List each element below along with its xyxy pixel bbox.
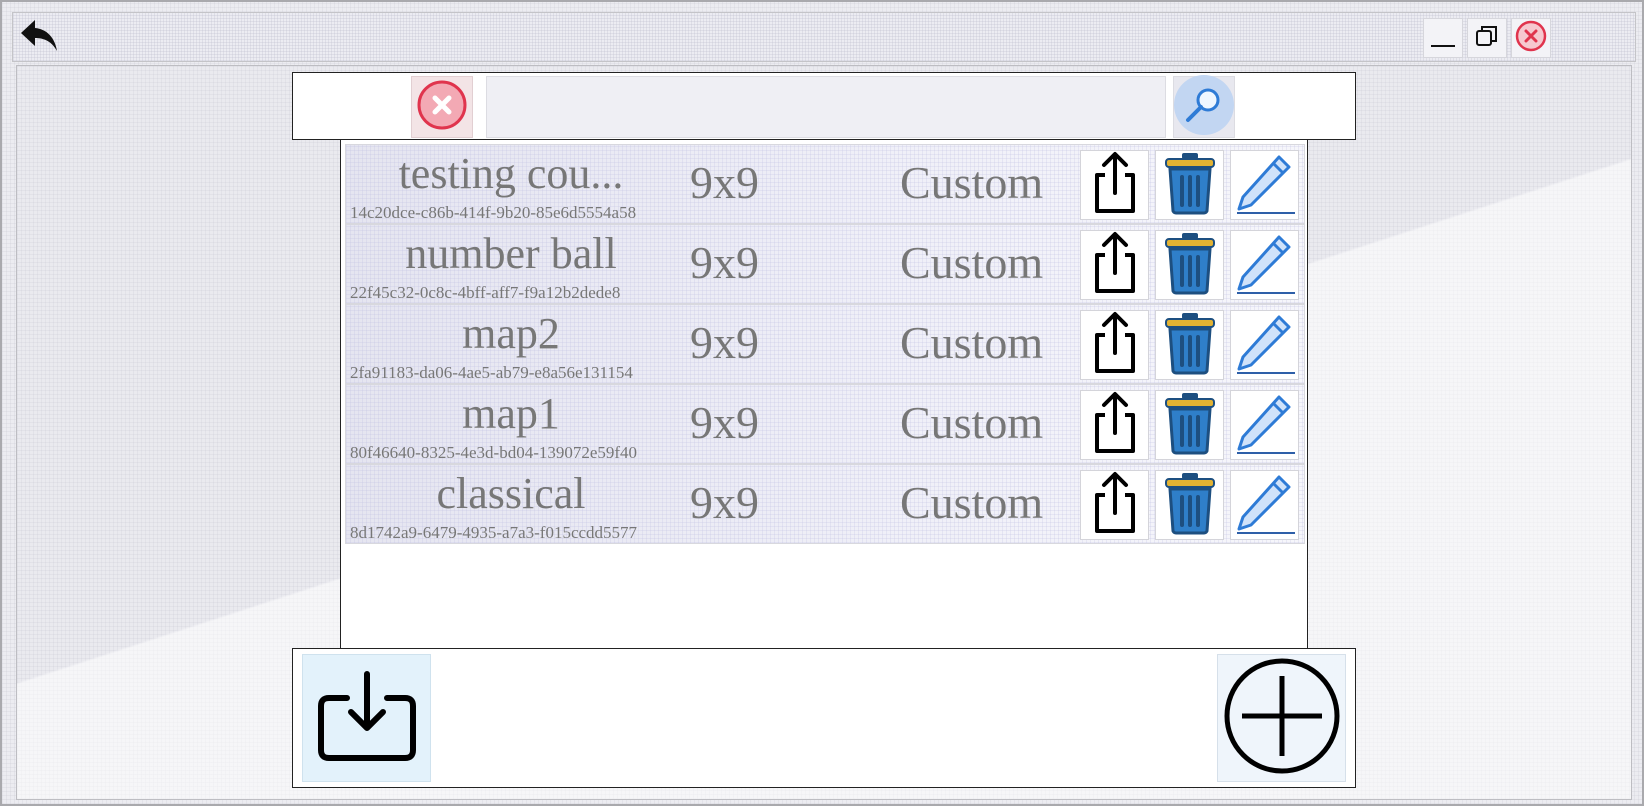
delete-button[interactable] xyxy=(1155,470,1224,540)
back-arrow-icon xyxy=(19,18,59,59)
map-row[interactable]: classical 8d1742a9-6479-4935-a7a3-f015cc… xyxy=(345,464,1305,544)
minimize-button[interactable] xyxy=(1423,18,1463,58)
map-id: 80f46640-8325-4e3d-bd04-139072e59f40 xyxy=(350,443,638,462)
edit-button[interactable] xyxy=(1230,310,1299,380)
delete-button[interactable] xyxy=(1155,310,1224,380)
map-type: Custom xyxy=(900,237,1044,288)
import-icon xyxy=(315,666,419,771)
clear-icon xyxy=(416,79,468,136)
map-id: 2fa91183-da06-4ae5-ab79-e8a56e131154 xyxy=(350,363,633,382)
trash-icon xyxy=(1162,231,1218,300)
map-name: map1 xyxy=(462,389,560,438)
add-map-button[interactable] xyxy=(1217,654,1346,782)
map-name: map2 xyxy=(462,309,560,358)
map-type: Custom xyxy=(900,157,1044,208)
bottom-toolbar xyxy=(292,648,1356,788)
share-icon xyxy=(1091,311,1139,380)
delete-button[interactable] xyxy=(1155,230,1224,300)
map-size: 9x9 xyxy=(690,157,759,208)
clear-search-button[interactable] xyxy=(411,76,473,138)
pencil-icon xyxy=(1233,231,1297,300)
pencil-icon xyxy=(1233,471,1297,540)
map-size: 9x9 xyxy=(690,477,759,528)
trash-icon xyxy=(1162,391,1218,460)
search-magnifier-icon xyxy=(1173,74,1235,141)
map-list: testing cou... 14c20dce-c86b-414f-9b20-8… xyxy=(340,140,1308,650)
map-id: 8d1742a9-6479-4935-a7a3-f015ccdd5577 xyxy=(350,523,638,542)
edit-button[interactable] xyxy=(1230,470,1299,540)
share-button[interactable] xyxy=(1080,390,1149,460)
minimize-icon xyxy=(1428,21,1458,56)
restore-icon xyxy=(1472,21,1502,56)
share-button[interactable] xyxy=(1080,310,1149,380)
share-icon xyxy=(1091,471,1139,540)
map-id: 14c20dce-c86b-414f-9b20-85e6d5554a58 xyxy=(350,203,637,222)
map-row[interactable]: number ball 22f45c32-0c8c-4bff-aff7-f9a1… xyxy=(345,224,1305,304)
pencil-icon xyxy=(1233,391,1297,460)
map-name: number ball xyxy=(405,229,617,278)
share-button[interactable] xyxy=(1080,230,1149,300)
pencil-icon xyxy=(1233,311,1297,380)
map-name: testing cou... xyxy=(398,149,624,198)
restore-button[interactable] xyxy=(1467,18,1507,58)
map-size: 9x9 xyxy=(690,317,759,368)
share-icon xyxy=(1091,151,1139,220)
add-circle-icon xyxy=(1222,656,1342,781)
trash-icon xyxy=(1162,471,1218,540)
close-button[interactable] xyxy=(1511,18,1551,58)
delete-button[interactable] xyxy=(1155,390,1224,460)
title-bar xyxy=(12,12,1636,62)
edit-button[interactable] xyxy=(1230,150,1299,220)
edit-button[interactable] xyxy=(1230,230,1299,300)
map-row[interactable]: testing cou... 14c20dce-c86b-414f-9b20-8… xyxy=(345,144,1305,224)
delete-button[interactable] xyxy=(1155,150,1224,220)
search-button[interactable] xyxy=(1173,74,1235,141)
map-type: Custom xyxy=(900,397,1044,448)
search-bar xyxy=(292,72,1356,140)
edit-button[interactable] xyxy=(1230,390,1299,460)
trash-icon xyxy=(1162,151,1218,220)
map-row[interactable]: map2 2fa91183-da06-4ae5-ab79-e8a56e13115… xyxy=(345,304,1305,384)
back-button[interactable] xyxy=(17,17,61,59)
search-input[interactable] xyxy=(486,76,1166,138)
trash-icon xyxy=(1162,311,1218,380)
share-button[interactable] xyxy=(1080,150,1149,220)
pencil-icon xyxy=(1233,151,1297,220)
import-button[interactable] xyxy=(302,654,431,782)
share-button[interactable] xyxy=(1080,470,1149,540)
share-icon xyxy=(1091,391,1139,460)
map-size: 9x9 xyxy=(690,237,759,288)
app-window: testing cou... 14c20dce-c86b-414f-9b20-8… xyxy=(0,0,1644,806)
close-icon xyxy=(1515,20,1547,57)
map-type: Custom xyxy=(900,317,1044,368)
map-name: classical xyxy=(436,469,586,518)
map-row[interactable]: map1 80f46640-8325-4e3d-bd04-139072e59f4… xyxy=(345,384,1305,464)
share-icon xyxy=(1091,231,1139,300)
map-id: 22f45c32-0c8c-4bff-aff7-f9a12b2dede8 xyxy=(350,283,621,302)
map-type: Custom xyxy=(900,477,1044,528)
map-size: 9x9 xyxy=(690,397,759,448)
